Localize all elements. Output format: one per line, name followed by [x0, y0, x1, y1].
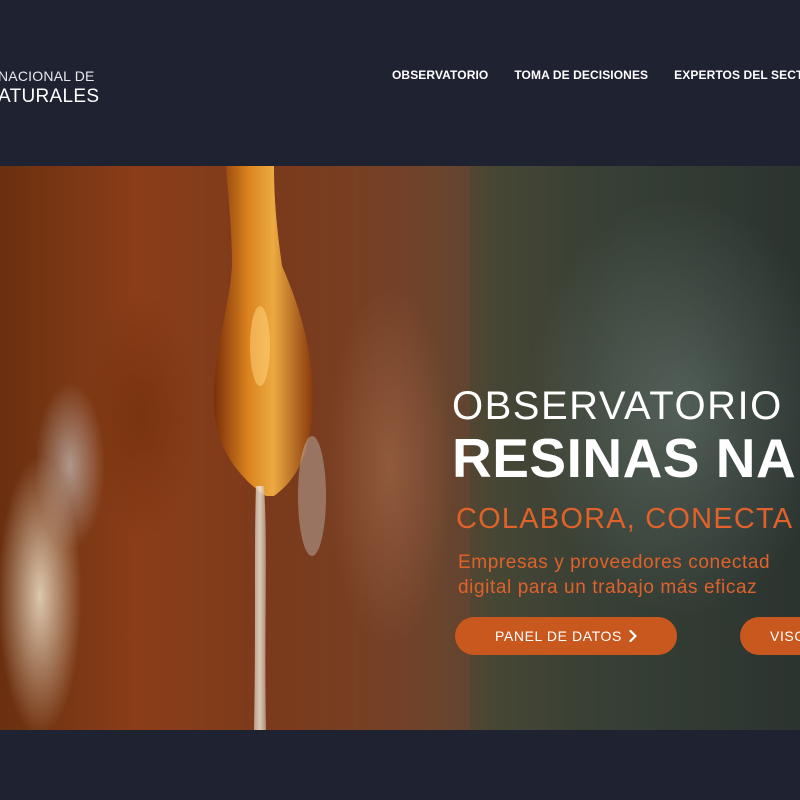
- visor-button[interactable]: VISO: [740, 617, 800, 655]
- visor-label: VISO: [770, 628, 800, 644]
- nav-item-expertos-del-sector[interactable]: EXPERTOS DEL SECTOR: [674, 68, 800, 82]
- nav-item-toma-de-decisiones[interactable]: TOMA DE DECISIONES: [514, 68, 648, 82]
- hero-image-resin-drop: [213, 166, 326, 730]
- nav-item-observatorio[interactable]: OBSERVATORIO: [392, 68, 488, 82]
- hero-banner: OBSERVATORIO RESINAS NA COLABORA, CONECT…: [0, 166, 800, 730]
- page: NACIONAL DE ATURALES OBSERVATORIO TOMA D…: [0, 0, 800, 800]
- chevron-right-icon: [629, 630, 637, 642]
- logo-line1: NACIONAL DE: [0, 68, 95, 84]
- site-header: NACIONAL DE ATURALES OBSERVATORIO TOMA D…: [0, 0, 800, 166]
- hero-description: Empresas y proveedores conectad digital …: [458, 550, 770, 600]
- page-bottom-band: [0, 730, 800, 800]
- logo-line2: ATURALES: [0, 86, 100, 107]
- hero-tagline: COLABORA, CONECTA: [456, 503, 794, 535]
- panel-de-datos-label: PANEL DE DATOS: [495, 628, 622, 644]
- hero-title-bold: RESINAS NA: [452, 427, 797, 489]
- site-logo[interactable]: NACIONAL DE ATURALES: [0, 68, 99, 108]
- panel-de-datos-button[interactable]: PANEL DE DATOS: [455, 617, 677, 655]
- hero-description-line2: digital para un trabajo más eficaz: [458, 577, 758, 598]
- main-nav: OBSERVATORIO TOMA DE DECISIONES EXPERTOS…: [392, 68, 800, 82]
- hero-title-light: OBSERVATORIO: [452, 384, 783, 428]
- hero-description-line1: Empresas y proveedores conectad: [458, 552, 771, 573]
